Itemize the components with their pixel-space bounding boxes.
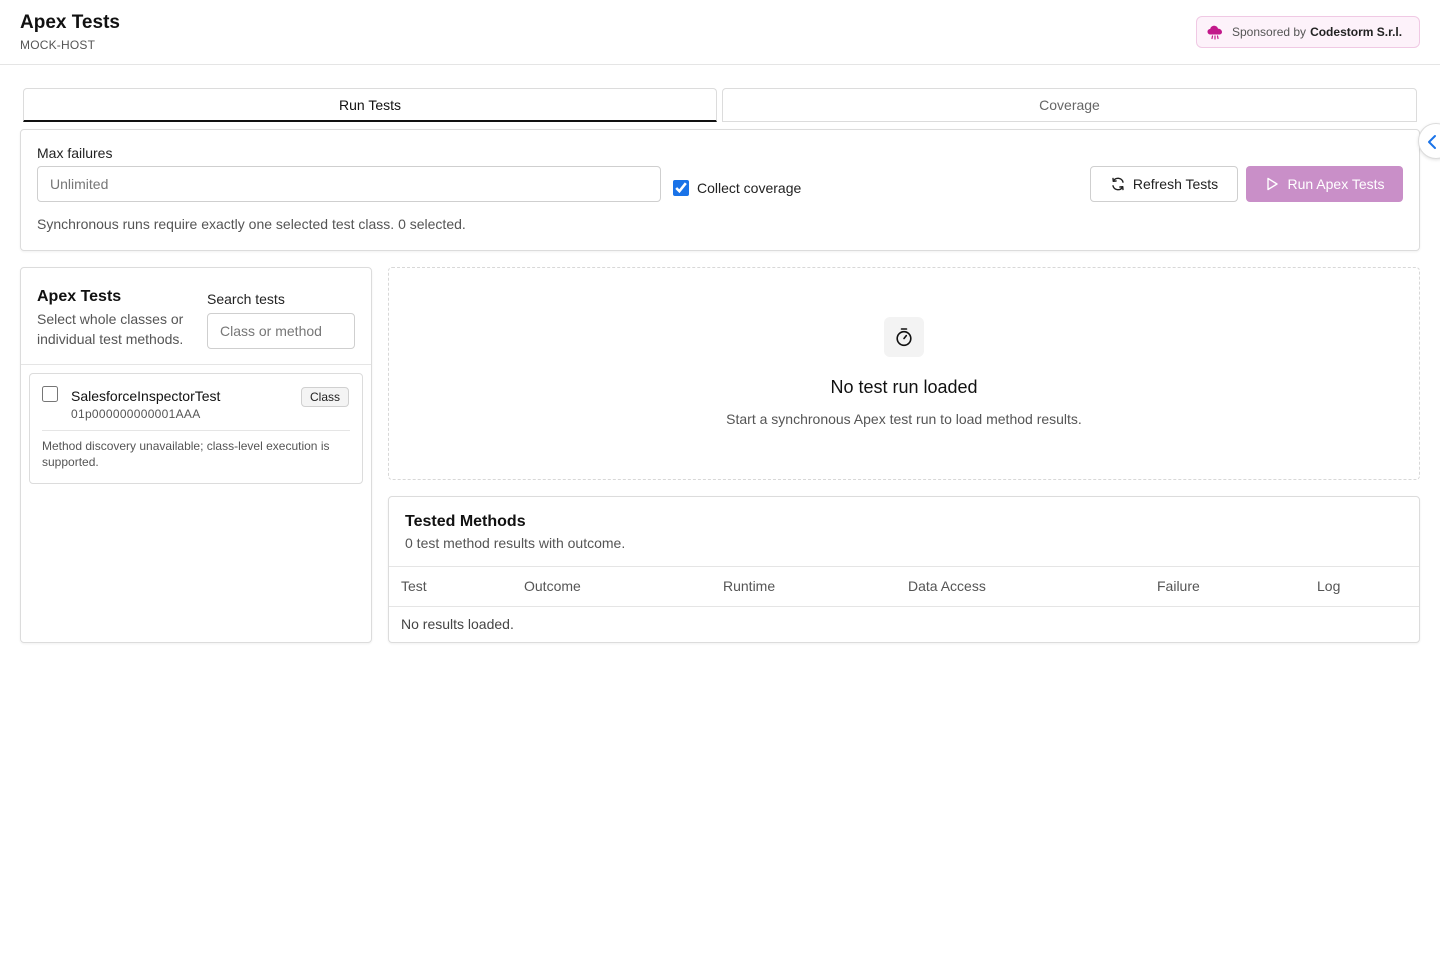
refresh-tests-button[interactable]: Refresh Tests: [1090, 166, 1238, 202]
empty-state-title: No test run loaded: [830, 377, 978, 397]
test-list-panel: Apex Tests Select whole classes or indiv…: [20, 267, 372, 643]
empty-state-panel: No test run loaded Start a synchronous A…: [388, 267, 1420, 480]
tab-run-tests[interactable]: Run Tests: [23, 88, 717, 122]
collect-coverage-checkbox[interactable]: [673, 180, 689, 196]
tested-methods-title: Tested Methods: [405, 513, 526, 530]
divider: [389, 606, 1419, 607]
panel-toggle-handle[interactable]: [1418, 123, 1440, 159]
test-list-title: Apex Tests: [37, 288, 122, 305]
tab-bar: Run Tests Coverage: [23, 88, 1417, 122]
max-failures-label: Max failures: [37, 145, 113, 161]
chevron-left-icon: [1428, 135, 1436, 149]
sponsor-prefix: Sponsored by: [1232, 25, 1307, 39]
page-title: Apex Tests: [20, 12, 120, 33]
no-results-text: No results loaded.: [401, 616, 514, 632]
search-tests-label: Search tests: [207, 291, 285, 307]
search-tests-input[interactable]: [207, 313, 355, 349]
class-name: SalesforceInspectorTest: [71, 388, 221, 404]
collect-coverage-label[interactable]: Collect coverage: [697, 180, 801, 196]
divider: [42, 430, 350, 431]
empty-state-description: Start a synchronous Apex test run to loa…: [726, 411, 1082, 427]
max-failures-input[interactable]: [37, 166, 661, 202]
refresh-tests-label: Refresh Tests: [1132, 176, 1219, 192]
app-header: Apex Tests MOCK-HOST Sponsored by Codest…: [0, 0, 1440, 65]
run-apex-tests-label: Run Apex Tests: [1287, 176, 1385, 192]
class-note: Method discovery unavailable; class-leve…: [42, 439, 330, 469]
tab-coverage[interactable]: Coverage: [722, 88, 1417, 122]
run-apex-tests-button[interactable]: Run Apex Tests: [1246, 166, 1403, 202]
class-select-checkbox[interactable]: [42, 386, 58, 402]
column-header-data-access[interactable]: Data Access: [908, 578, 986, 594]
sponsor-brand: Codestorm S.r.l.: [1310, 25, 1403, 39]
column-header-log[interactable]: Log: [1317, 578, 1340, 594]
run-settings-card: Max failures Collect coverage Refresh Te…: [20, 129, 1420, 251]
sync-run-note: Synchronous runs require exactly one sel…: [37, 216, 466, 232]
divider: [389, 566, 1419, 567]
host-label: MOCK-HOST: [20, 38, 96, 52]
stopwatch-icon: [884, 317, 924, 357]
column-header-outcome[interactable]: Outcome: [524, 578, 581, 594]
sponsor-badge[interactable]: Sponsored by Codestorm S.r.l.: [1196, 16, 1420, 48]
cloud-icon: [1206, 23, 1224, 41]
column-header-failure[interactable]: Failure: [1157, 578, 1200, 594]
class-id: 01p000000000001AAA: [71, 407, 201, 421]
play-icon: [1267, 177, 1279, 191]
column-header-test[interactable]: Test: [401, 578, 427, 594]
class-badge: Class: [301, 387, 350, 407]
tested-methods-subtitle: 0 test method results with outcome.: [405, 535, 626, 551]
divider: [21, 364, 371, 365]
refresh-icon: [1112, 177, 1124, 191]
list-item[interactable]: SalesforceInspectorTest 01p000000000001A…: [29, 373, 363, 484]
tested-methods-panel: Tested Methods 0 test method results wit…: [388, 496, 1420, 643]
test-list-description: Select whole classes or individual test …: [37, 311, 184, 347]
column-header-runtime[interactable]: Runtime: [723, 578, 775, 594]
